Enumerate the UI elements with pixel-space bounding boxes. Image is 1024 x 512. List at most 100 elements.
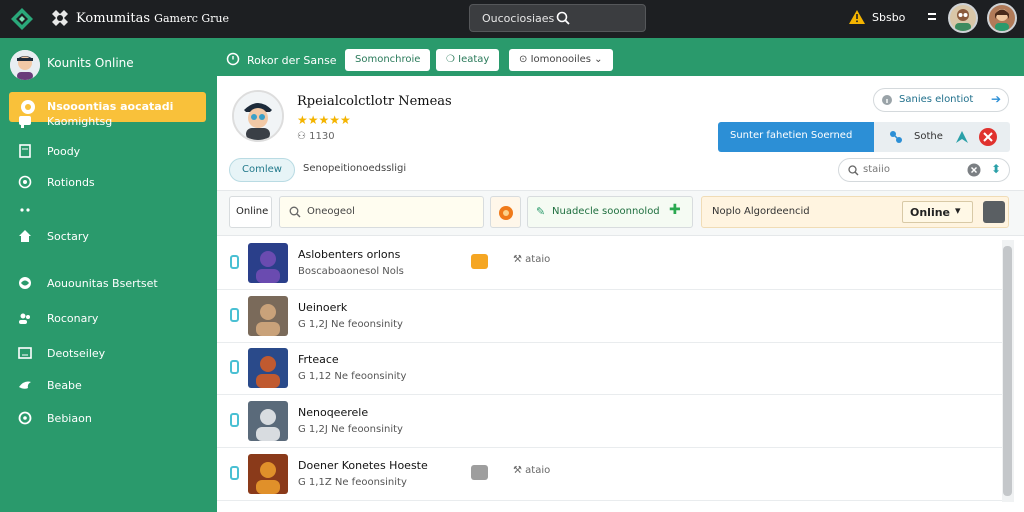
online-dropdown[interactable]: Online ▾ (902, 201, 973, 223)
clear-icon[interactable] (967, 163, 981, 177)
document-icon (19, 144, 31, 158)
tag-chip[interactable]: Comlew (229, 158, 295, 182)
share-icon[interactable] (954, 129, 970, 145)
close-icon[interactable] (978, 127, 998, 147)
sidebar-avatar[interactable] (10, 50, 40, 80)
info-icon (882, 95, 892, 105)
list-item[interactable]: Aslobenters orlons Boscaboaonesol Nols ⚒ a… (217, 238, 1002, 290)
row-title: Aslobenters orlons (298, 248, 401, 261)
green-filter[interactable]: ✎ Nuadecle sooonnolod ✚ (527, 196, 693, 228)
pencil-icon: ✎ (536, 205, 546, 218)
game-thumbnail[interactable] (248, 401, 288, 441)
sidebar-item-label: Bebiaon (47, 412, 92, 425)
filter-search-input[interactable]: Oneogeol (279, 196, 484, 228)
profile-title: Rpeialcolctlotr Nemeas (297, 94, 452, 109)
chevron-down-icon: ⌄ (594, 54, 603, 65)
panel-search-input[interactable]: staiio (863, 164, 890, 175)
row-extra: ⚒ ataio (513, 465, 550, 476)
group-label[interactable]: Sothe (914, 131, 943, 142)
sidebar-item-0[interactable]: Kaomightsg (0, 111, 217, 133)
follow-label: Sanies elontiot (899, 94, 974, 105)
search-input[interactable]: Oucociosiaes (482, 12, 554, 25)
location-pin-icon[interactable]: ⬍ (991, 162, 1001, 176)
sidebar-user-label[interactable]: Kounits Online (47, 56, 134, 70)
global-search[interactable]: Oucociosiaes (469, 4, 646, 32)
row-title: Nenoqeerele (298, 406, 369, 419)
search-icon (848, 165, 859, 176)
list-item[interactable]: Ueinoerk G 1,2J Ne feoonsinity (217, 291, 1002, 343)
wrench-icon: ⚒ (513, 465, 526, 476)
list-item[interactable]: Doener Konetes Hoeste G 1,1Z Ne feoonsini… (217, 449, 1002, 501)
puzzle-icon: ✚ (669, 202, 681, 218)
status-filter-label: Online (236, 206, 269, 217)
sidebar-item-6[interactable]: Roconary (0, 308, 217, 330)
game-thumbnail-icon[interactable] (983, 201, 1005, 223)
profile-avatar[interactable] (232, 90, 284, 142)
row-extra-value: ataio (525, 465, 551, 476)
game-thumbnail[interactable] (248, 454, 288, 494)
search-icon (289, 206, 301, 218)
tab-pill-2[interactable]: ❍ Ieatay (436, 49, 500, 71)
users-icon (19, 313, 30, 324)
game-thumbnail[interactable] (248, 243, 288, 283)
sidebar-item-label: Rotionds (47, 176, 95, 189)
sidebar-item-label: Beabe (47, 379, 82, 392)
sidebar-item-2[interactable]: Rotionds (0, 172, 217, 194)
chat-bubble-icon (19, 116, 31, 128)
panel-search[interactable]: staiio ⬍ (838, 158, 1010, 182)
scrollbar-thumb[interactable] (1003, 246, 1012, 496)
search-icon[interactable] (556, 11, 570, 25)
game-thumbnail[interactable] (248, 296, 288, 336)
game-thumbnail[interactable] (248, 348, 288, 388)
status-filter[interactable]: Online (229, 196, 272, 228)
user-avatar[interactable] (948, 3, 978, 33)
category-filter[interactable]: Noplo Algordeencid Online ▾ (701, 196, 1009, 228)
warning-icon[interactable] (848, 9, 866, 25)
filter-search-placeholder: Oneogeol (307, 206, 355, 217)
network-icon[interactable] (889, 130, 903, 144)
row-badge[interactable] (471, 465, 488, 480)
sidebar-item-1[interactable]: Poody (0, 141, 217, 163)
rating-stars: ★★★★★ (297, 113, 351, 127)
tab-strip (217, 38, 1024, 76)
top-bar: Komumitas Gamerc Grue Oucociosiaes Sbsbo (0, 0, 1024, 38)
action-group: Sothe (874, 122, 1010, 152)
friend-avatar[interactable] (987, 3, 1017, 33)
tab-pill-3-label: Iomonooiles (530, 54, 591, 65)
menu-icon[interactable] (927, 10, 937, 24)
sidebar-item-label: Deotseiley (47, 347, 106, 360)
category-filter-label: Noplo Algordeencid (712, 206, 810, 217)
sidebar-item-4[interactable]: Soctary (0, 226, 217, 248)
pill-icon: ⊙ (519, 54, 531, 65)
list-item[interactable]: Frteace G 1,12 Ne feoonsinity (217, 343, 1002, 395)
circle-target-icon (18, 175, 32, 189)
sidebar-item-3[interactable] (0, 200, 217, 222)
row-checkbox[interactable] (230, 308, 239, 322)
row-title: Ueinoerk (298, 301, 348, 314)
row-extra: ⚒ ataio (513, 254, 550, 265)
orange-filter-button[interactable] (490, 196, 521, 228)
sidebar-item-7[interactable]: Deotseiley (0, 343, 217, 365)
logo-icon[interactable] (10, 7, 34, 31)
tab-pill-1[interactable]: Somonchroie (345, 49, 431, 71)
caret-down-icon: ▾ (955, 204, 961, 217)
primary-action-button[interactable]: Sunter fahetien Soerned (718, 122, 874, 152)
follow-button[interactable]: Sanies elontiot ➔ (873, 88, 1009, 112)
alert-label[interactable]: Sbsbo (872, 11, 905, 24)
row-badge[interactable] (471, 254, 488, 269)
row-subtitle: G 1,2J Ne feoonsinity (298, 319, 403, 330)
online-dropdown-value: Online (910, 206, 951, 219)
tab-pill-2-label: Ieatay (458, 54, 490, 65)
row-checkbox[interactable] (230, 413, 239, 427)
row-checkbox[interactable] (230, 360, 239, 374)
follower-count-value: 1130 (309, 131, 335, 142)
sidebar-item-8[interactable]: Beabe (0, 375, 217, 397)
sidebar-item-9[interactable]: Bebiaon (0, 408, 217, 430)
list-item[interactable]: Nenoqeerele G 1,2J Ne feoonsinity (217, 396, 1002, 448)
tab-pill-dropdown[interactable]: ⊙ Iomonooiles ⌄ (509, 49, 613, 71)
row-checkbox[interactable] (230, 466, 239, 480)
sidebar-item-5[interactable]: Aouounitas Bsertset (0, 273, 217, 295)
row-checkbox[interactable] (230, 255, 239, 269)
row-title: Frteace (298, 353, 339, 366)
row-subtitle: G 1,1Z Ne feoonsinity (298, 477, 407, 488)
